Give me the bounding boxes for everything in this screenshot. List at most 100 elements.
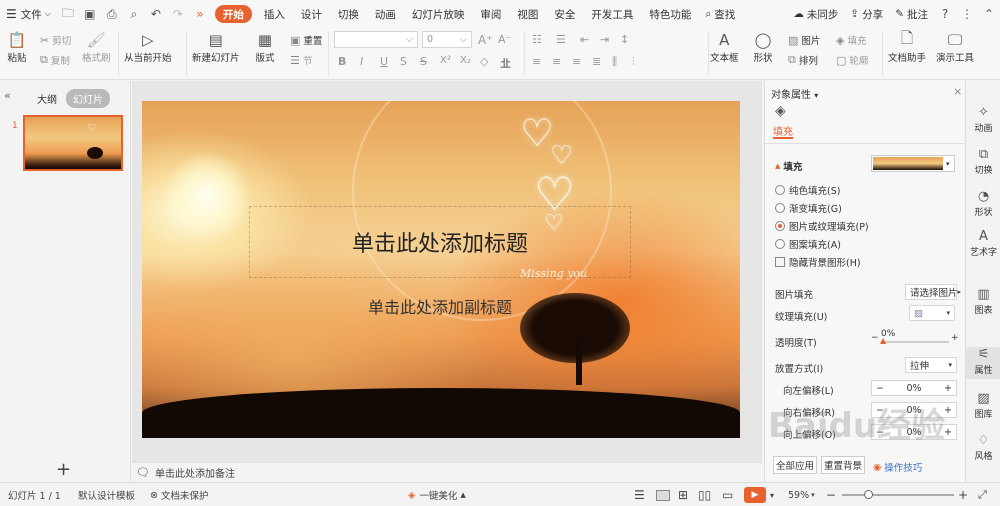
bold-button[interactable]: B [338,55,346,68]
arrange-button[interactable]: ⧉ 排列 [788,53,818,67]
sidebar-item-style[interactable]: ♢ 风格 [966,433,1000,462]
tab-outline[interactable]: 大纲 [30,89,64,108]
placement-select[interactable]: 拉伸 ▾ [905,357,957,373]
help-icon[interactable]: ? [934,0,956,28]
justify-icon[interactable]: ≣ [592,55,601,68]
tab-security[interactable]: 安全 [546,0,583,28]
shape-button[interactable]: ◯ 形状 [752,30,774,64]
sidebar-item-wordart[interactable]: A 艺术字 [966,229,1000,258]
tab-slideshow[interactable]: 幻灯片放映 [404,0,473,28]
picture-button[interactable]: ▨ 图片 [788,33,820,48]
tab-design[interactable]: 设计 [293,0,330,28]
plus-icon[interactable]: + [944,383,952,394]
tab-view[interactable]: 视图 [509,0,546,28]
zoom-in-icon[interactable]: + [958,483,968,506]
reset-button[interactable]: ▣ 重置 [290,33,322,48]
grow-font-button[interactable]: A⁺ [478,33,493,47]
collapse-pane-icon[interactable]: « [4,89,11,102]
increase-indent-icon[interactable]: ⇥ [600,33,609,46]
comment-button[interactable]: ✎ 批注 [889,0,934,28]
tab-slides[interactable]: 幻灯片 [66,89,110,108]
italic-button[interactable]: I [360,55,363,68]
print-preview-icon[interactable]: ⌕ [123,0,145,28]
design-template[interactable]: 默认设计模板 [78,483,135,506]
bullet-list-icon[interactable]: ☷ [532,33,542,46]
tab-features[interactable]: 特色功能 [641,0,699,28]
sidebar-item-animation[interactable]: ✧ 动画 [966,105,1000,134]
zoom-slider-thumb[interactable] [864,490,873,499]
zoom-out-icon[interactable]: − [826,483,836,506]
subscript-button[interactable]: X₂ [460,55,471,66]
new-slide-button[interactable]: ▤ 新建幻灯片 [192,30,240,64]
from-current-button[interactable]: ▷ 从当前开始 [124,30,172,64]
beautify-button[interactable]: ◈ 一键美化 ▲ [408,483,466,506]
zoom-level[interactable]: 59% ▾ [788,483,815,506]
copy-button[interactable]: ⧉ 复制 [40,53,70,67]
sync-button[interactable]: ☁ 未同步 [787,0,844,28]
file-menu[interactable]: ☰ 文件 ⌵ [0,0,57,28]
font-size-select[interactable]: 0 ⌵ [422,31,472,48]
play-slideshow-button[interactable]: ▶ [744,483,766,506]
section-button[interactable]: ☰ 节 [290,53,312,68]
tab-transition[interactable]: 切换 [330,0,367,28]
more-options-icon[interactable]: ⋮ [956,0,978,28]
slide-thumbnail[interactable]: ♡ [23,115,123,171]
fill-section-header[interactable]: ▲ 填充 [775,159,802,173]
sidebar-item-gallery[interactable]: ▨ 图库 [966,391,1000,420]
fill-preview-select[interactable]: ▾ [871,155,955,172]
open-folder-icon[interactable]: 🗀 [57,0,79,28]
zoom-slider-track[interactable] [842,494,954,496]
presentation-tools-button[interactable]: 🖵 演示工具 [936,30,974,64]
picture-fill-select[interactable]: 请选择图片 ▸ [905,284,961,300]
redo-icon[interactable]: ↷ [167,0,189,28]
plus-icon[interactable]: + [944,427,952,438]
normal-view-icon[interactable] [656,483,670,506]
paint-bucket-icon[interactable]: ◈ [775,103,786,119]
subtitle-placeholder[interactable]: 单击此处添加副标题 [249,289,631,323]
shadow-button[interactable]: S [400,55,407,68]
radio-pattern-fill[interactable]: 图案填充(A) [775,237,841,251]
line-spacing-icon[interactable]: ↕ [620,33,629,46]
tab-developer[interactable]: 开发工具 [583,0,641,28]
clear-format-icon[interactable]: ◇ [480,55,488,68]
presenter-view-icon[interactable]: ▭ [722,483,733,506]
left-offset-stepper[interactable]: − 0% + [871,380,957,396]
reset-background-button[interactable]: 重置背景 [821,456,865,474]
align-left-icon[interactable]: ≡ [532,55,541,68]
add-slide-button[interactable]: + [56,459,71,480]
format-painter-button[interactable]: 🖌 格式刷 [82,30,111,64]
tab-review[interactable]: 审阅 [472,0,509,28]
apply-all-button[interactable]: 全部应用 [773,456,817,474]
fit-window-icon[interactable]: ⤢ [978,483,987,506]
text-box-button[interactable]: A 文本框 [710,30,739,64]
minus-icon[interactable]: − [876,383,884,394]
radio-solid-fill[interactable]: 纯色填充(S) [775,183,840,197]
numbered-list-icon[interactable]: ☰ [556,33,566,46]
outline-button[interactable]: ▢ 轮廓 [836,53,868,68]
paste-button[interactable]: 📋 粘贴 [6,30,28,64]
collapse-ribbon-icon[interactable]: ⌃ [978,0,1000,28]
sidebar-item-properties[interactable]: ⚟ 属性 [966,347,1000,379]
tab-fill[interactable]: 填充 [773,123,793,138]
doc-protection[interactable]: ⊗ 文档未保护 [150,483,208,506]
notes-bar[interactable]: 🗨 单击此处添加备注 [132,462,762,482]
slide-sorter-icon[interactable]: ⊞ [678,483,688,506]
save-icon[interactable]: ▣ [79,0,101,28]
layout-button[interactable]: ▦ 版式 [254,30,276,64]
align-center-icon[interactable]: ≡ [552,55,561,68]
transparency-slider[interactable]: − ▲ 0% + [871,329,959,349]
distribute-icon[interactable]: ⫼ [612,55,617,69]
strikethrough-button[interactable]: S [420,55,427,68]
title-placeholder[interactable]: 单击此处添加标题 [249,206,631,278]
fill-button[interactable]: ◈ 填充 [836,33,866,48]
more-icon[interactable]: » [189,0,211,28]
font-family-select[interactable]: ⌵ [334,31,418,48]
hide-bg-checkbox[interactable]: 隐藏背景图形(H) [775,255,861,269]
char-spacing-button[interactable]: 㐀 [500,55,511,71]
slide[interactable]: ♡ ♡ ♡ ♡ Missing you 单击此处添加标题 单击此处添加副标题 [142,101,740,438]
plus-icon[interactable]: + [944,405,952,416]
play-options-icon[interactable]: ▾ [770,483,774,506]
radio-picture-fill[interactable]: 图片或纹理填充(P) [775,219,869,233]
shrink-font-button[interactable]: A⁻ [498,33,511,46]
underline-button[interactable]: U [380,55,388,68]
